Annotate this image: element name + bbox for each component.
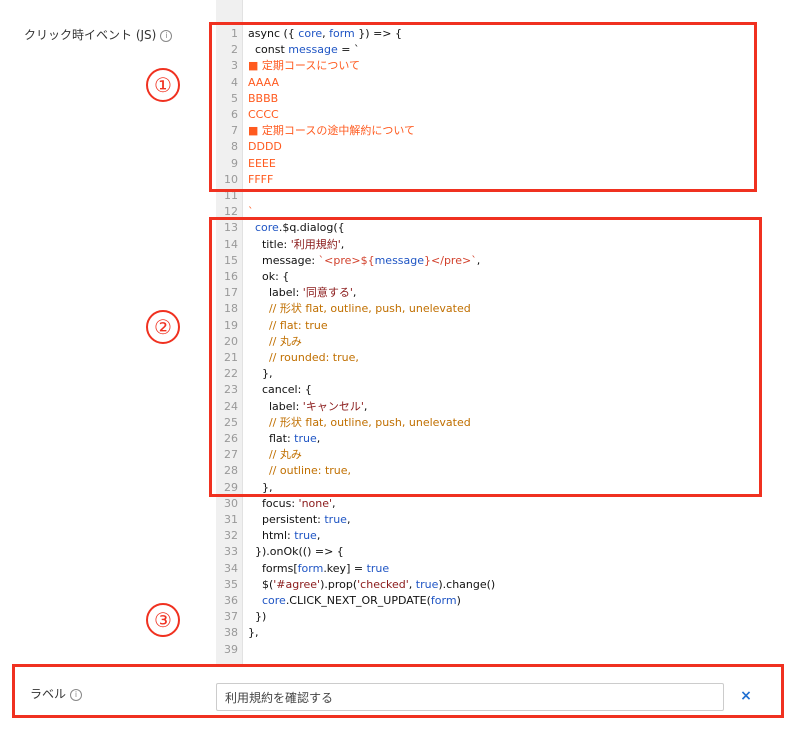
line-number: 39: [224, 642, 238, 656]
annotation-box-2: [209, 217, 762, 497]
code-token: ).prop(: [320, 577, 358, 591]
code-token: true: [366, 561, 390, 575]
code-token: html:: [248, 529, 295, 543]
code-token: 'checked': [357, 577, 409, 591]
code-token: '#agree': [273, 577, 321, 591]
info-icon[interactable]: i: [160, 29, 173, 42]
code-text: }): [248, 609, 266, 625]
code-token: ,: [332, 496, 336, 510]
code-token: forms[: [248, 561, 298, 575]
code-text: focus: 'none',: [248, 496, 336, 512]
code-text: core.CLICK_NEXT_OR_UPDATE(form): [248, 593, 461, 609]
code-token: core: [248, 594, 286, 607]
annotation-number-3: ③: [146, 603, 180, 637]
line-number: 30: [224, 496, 238, 510]
line-number: 33: [224, 545, 238, 559]
code-text: forms[form.key] = true: [248, 561, 389, 577]
label-input[interactable]: [216, 683, 724, 711]
line-number: 38: [224, 626, 238, 640]
line-number: 31: [224, 513, 238, 526]
code-text: }).onOk(() => {: [248, 544, 344, 560]
annotation-number-2: ②: [146, 310, 180, 344]
code-token: persistent:: [248, 513, 325, 526]
code-token: true: [415, 577, 439, 591]
code-token: }): [248, 610, 267, 624]
code-text: html: true,: [248, 528, 320, 544]
line-number: 36: [224, 594, 238, 607]
label-field-label-text: ラベル: [30, 687, 67, 701]
line-number: 34: [224, 561, 238, 575]
info-icon[interactable]: i: [70, 688, 83, 701]
code-text: },: [248, 625, 259, 641]
code-token: ): [456, 594, 461, 607]
code-token: ,: [346, 513, 351, 526]
code-token: $(: [248, 577, 274, 591]
annotation-number-1: ①: [146, 68, 180, 102]
annotation-box-1: [209, 22, 757, 192]
code-token: .key] =: [323, 561, 367, 575]
code-token: ).change(): [438, 577, 496, 591]
code-token: form: [297, 561, 324, 575]
code-token: true: [324, 513, 347, 526]
code-token: focus:: [248, 496, 299, 510]
line-number: 32: [224, 529, 238, 543]
code-text: $('#agree').prop('checked', true).change…: [248, 577, 495, 593]
js-event-field-label: クリック時イベント (JS) i: [24, 26, 173, 43]
line-number: 35: [224, 577, 238, 591]
code-token: true: [294, 529, 317, 543]
code-token: },: [248, 626, 259, 640]
code-token: }).onOk(() => {: [248, 545, 344, 559]
code-token: form: [430, 594, 457, 607]
label-field-label: ラベル i: [30, 685, 83, 702]
js-event-label-text: クリック時イベント (JS): [24, 28, 157, 42]
code-token: ,: [316, 529, 321, 543]
line-number: 37: [224, 610, 238, 624]
code-token: 'none': [298, 496, 333, 510]
code-token: .CLICK_NEXT_OR_UPDATE(: [285, 594, 431, 607]
code-token: ,: [408, 577, 416, 591]
code-text: persistent: true,: [248, 512, 350, 528]
clear-icon[interactable]: ×: [738, 688, 754, 704]
